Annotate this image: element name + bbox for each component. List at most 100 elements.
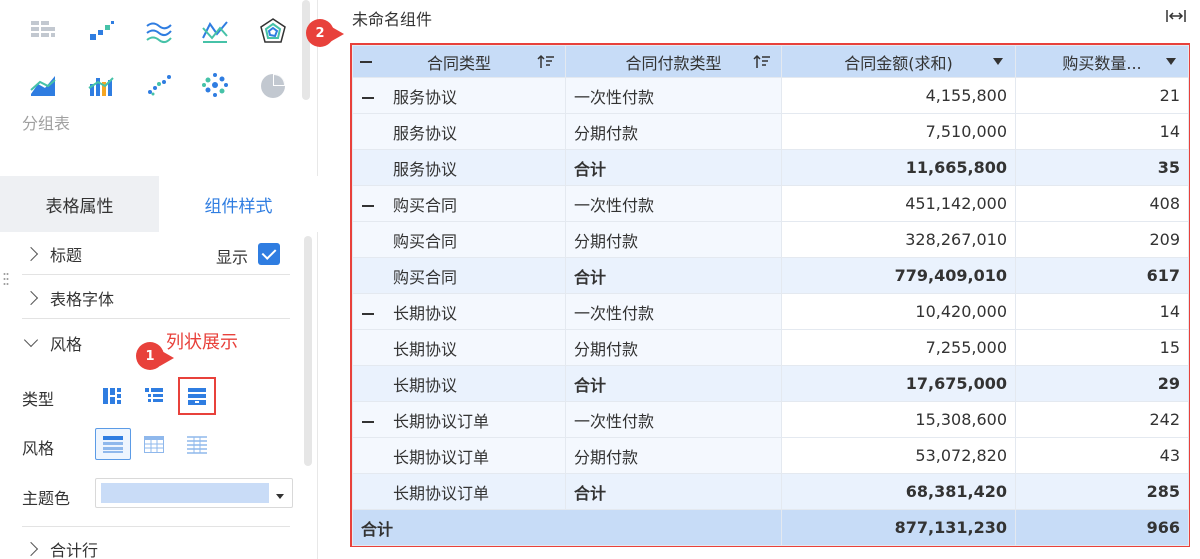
multi-line-icon[interactable] [144,16,174,46]
grand-total-row: 合计 877,131,230 966 [352,509,1189,546]
fit-width-icon[interactable] [1166,8,1186,22]
theme-label-text: 主题色 [22,489,71,508]
cell-amount: 4,155,800 [781,77,1016,114]
cell-payment-type: 一次性付款 [565,401,782,438]
style-lines-icon[interactable] [186,433,208,455]
cell-text: 购买合同 [393,231,458,251]
section-font-label: 表格字体 [50,290,115,309]
cell-text: 服务协议 [393,87,458,107]
left-panel: 分组表 表格属性 组件样式 标题 显示 表格字体 风格 列状展示 1 类型 风格… [0,0,318,559]
cell-subtotal-amount: 11,665,800 [781,149,1016,186]
cell-qty: 14 [1015,293,1189,330]
cell-text: 长期协议 [393,375,458,395]
dropdown-caret-icon [276,494,284,499]
collapse-icon[interactable] [361,415,375,429]
header-label: 合同金额(求和) [844,53,953,73]
cell-qty: 43 [1015,437,1189,474]
cell-subtotal-label: 合计 [565,149,782,186]
header-label: 合同类型 [426,53,491,73]
divider [22,274,290,275]
title-show-label: 显示 [216,244,248,268]
collapse-all-icon[interactable] [359,55,373,69]
header-contract-amount[interactable]: 合同金额(求和) [781,45,1016,78]
type-label: 类型 [22,386,54,410]
type-column-icon[interactable] [186,385,208,407]
header-purchase-qty[interactable]: 购买数量... [1015,45,1189,78]
subtotal-row: 长期协议 合计 17,675,000 29 [352,365,1189,402]
section-table-font[interactable]: 表格字体 [22,286,114,310]
cell-subtotal-label: 合计 [565,257,782,294]
style-striped-icon[interactable] [102,433,124,455]
show-label-text: 显示 [216,248,249,267]
cell-text: 长期协议订单 [393,483,490,503]
type-tile-icon[interactable] [101,385,123,407]
section-style[interactable]: 风格 [22,331,82,355]
cell-subtotal-amount: 68,381,420 [781,473,1016,510]
cell-contract-type: 长期协议订单 [352,401,566,438]
scatter-icon[interactable] [144,70,174,100]
dropdown-arrow-icon[interactable] [993,58,1003,65]
cell-text: 长期协议订单 [393,447,490,467]
type-list-icon[interactable] [143,385,165,407]
collapse-icon[interactable] [361,199,375,213]
cell-contract-type: 购买合同 [352,221,566,258]
cell-grand-total-amount: 877,131,230 [781,509,1016,546]
collapse-icon[interactable] [361,307,375,321]
cell-payment-type: 分期付款 [565,113,782,150]
cell-qty: 14 [1015,113,1189,150]
bubble-icon[interactable] [200,70,230,100]
section-total-row[interactable]: 合计行 [22,537,98,559]
bar-scatter-icon[interactable] [86,16,116,46]
drag-handle-icon[interactable] [3,272,9,290]
tab-component-style[interactable]: 组件样式 [159,176,318,232]
cell-subtotal-amount: 17,675,000 [781,365,1016,402]
title-show-checkbox[interactable] [258,243,280,265]
cell-text: 服务协议 [393,123,458,143]
header-contract-type[interactable]: 合同类型 [352,45,566,78]
settings-scrollbar[interactable] [304,236,312,466]
line-cross-icon[interactable] [200,16,230,46]
cell-text: 服务协议 [393,159,458,179]
cell-qty: 21 [1015,77,1189,114]
cell-amount: 451,142,000 [781,185,1016,222]
cell-amount: 7,510,000 [781,113,1016,150]
cell-text: 购买合同 [393,267,458,287]
tab-table-properties[interactable]: 表格属性 [0,176,159,232]
dropdown-arrow-icon[interactable] [1166,58,1176,65]
cell-subtotal-qty: 29 [1015,365,1189,402]
section-title[interactable]: 标题 [22,242,82,266]
subtotal-row: 长期协议订单 合计 68,381,420 285 [352,473,1189,510]
header-label: 合同付款类型 [625,53,722,73]
area-line-icon[interactable] [28,70,58,100]
chart-list-scrollbar[interactable] [302,0,310,100]
cell-qty: 209 [1015,221,1189,258]
sort-icon[interactable] [537,54,555,70]
cell-subtotal-qty: 285 [1015,473,1189,510]
settings-tabs: 表格属性 组件样式 [0,176,318,232]
table-row: 长期协议订单 分期付款 53,072,820 43 [352,437,1189,474]
collapse-icon[interactable] [361,91,375,105]
radar-icon[interactable] [258,16,288,46]
cell-amount: 7,255,000 [781,329,1016,366]
cell-text: 长期协议 [393,339,458,359]
pie-icon[interactable] [258,70,288,100]
callout-pointer [330,26,344,42]
cell-contract-type: 长期协议 [352,329,566,366]
cell-text: 长期协议订单 [393,411,490,431]
table-header-row: 合同类型 合同付款类型 合同金额(求和) 购买数量... [352,45,1189,78]
combo-bar-line-icon[interactable] [86,70,116,100]
cell-contract-type: 服务协议 [352,77,566,114]
cell-contract-type: 服务协议 [352,149,566,186]
style-grid-icon[interactable] [143,433,165,455]
sort-icon[interactable] [753,54,771,70]
group-table: 合同类型 合同付款类型 合同金额(求和) 购买数量... 服务协议一次性付款 4,… [352,45,1189,546]
table-row: 长期协议 一次性付款 10,420,000 14 [352,293,1189,330]
cell-contract-type: 长期协议订单 [352,473,566,510]
callout-pointer [160,350,174,366]
table-row: 长期协议 分期付款 7,255,000 15 [352,329,1189,366]
callout-column-display: 列状展示 [166,332,238,353]
header-payment-type[interactable]: 合同付款类型 [565,45,782,78]
crosstab-icon[interactable] [28,16,58,46]
component-title[interactable]: 未命名组件 [352,6,432,30]
section-style-label: 风格 [50,335,83,354]
